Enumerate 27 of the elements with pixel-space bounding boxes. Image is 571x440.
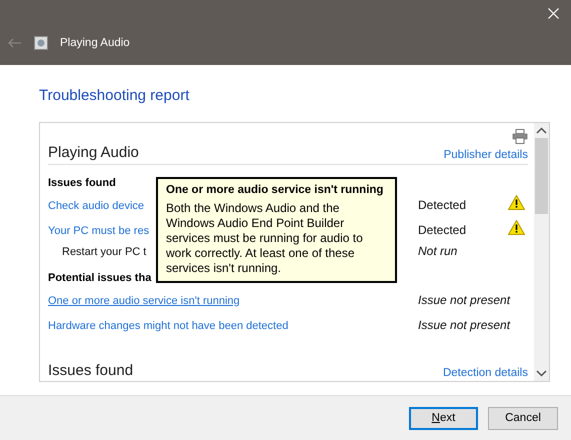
issue-status: Issue not present [418,318,510,332]
printer-icon[interactable] [512,129,528,144]
issue-link[interactable]: One or more audio service isn't running [48,294,240,306]
report-title: Playing Audio [48,144,139,161]
section-title: Issues found [48,362,134,379]
issue-link[interactable]: Check audio device [48,200,144,212]
window-title: Playing Audio [60,37,130,49]
close-icon[interactable] [548,8,559,19]
issue-note: Restart your PC t [61,246,146,258]
issue-status: Detected [418,198,466,212]
section-heading: Potential issues tha [48,272,152,284]
next-button[interactable]: Next [409,406,478,430]
issue-status: Issue not present [418,292,510,306]
scroll-up-icon[interactable] [536,127,547,134]
tooltip-title: One or more audio service isn't running [166,183,384,198]
tooltip-text: Both the Windows Audio and the Windows Audio End Point Builder services must be running for audio to work correctly. At least one of these services isn't running. [166,201,364,276]
issue-status: Detected [418,222,466,236]
issue-link[interactable]: Hardware changes might not have been detected [48,320,288,332]
scrollbar[interactable] [534,123,549,381]
page-title: Troubleshooting report [39,87,190,104]
detection-details-link[interactable]: Detection details [442,367,528,379]
issue-status: Not run [418,244,458,258]
scroll-down-icon[interactable] [536,370,547,377]
scrollbar-thumb[interactable] [535,138,548,214]
cancel-button[interactable]: Cancel [488,406,558,430]
publisher-details-link[interactable]: Publisher details [444,149,528,161]
issue-link[interactable]: Your PC must be res [48,224,150,236]
